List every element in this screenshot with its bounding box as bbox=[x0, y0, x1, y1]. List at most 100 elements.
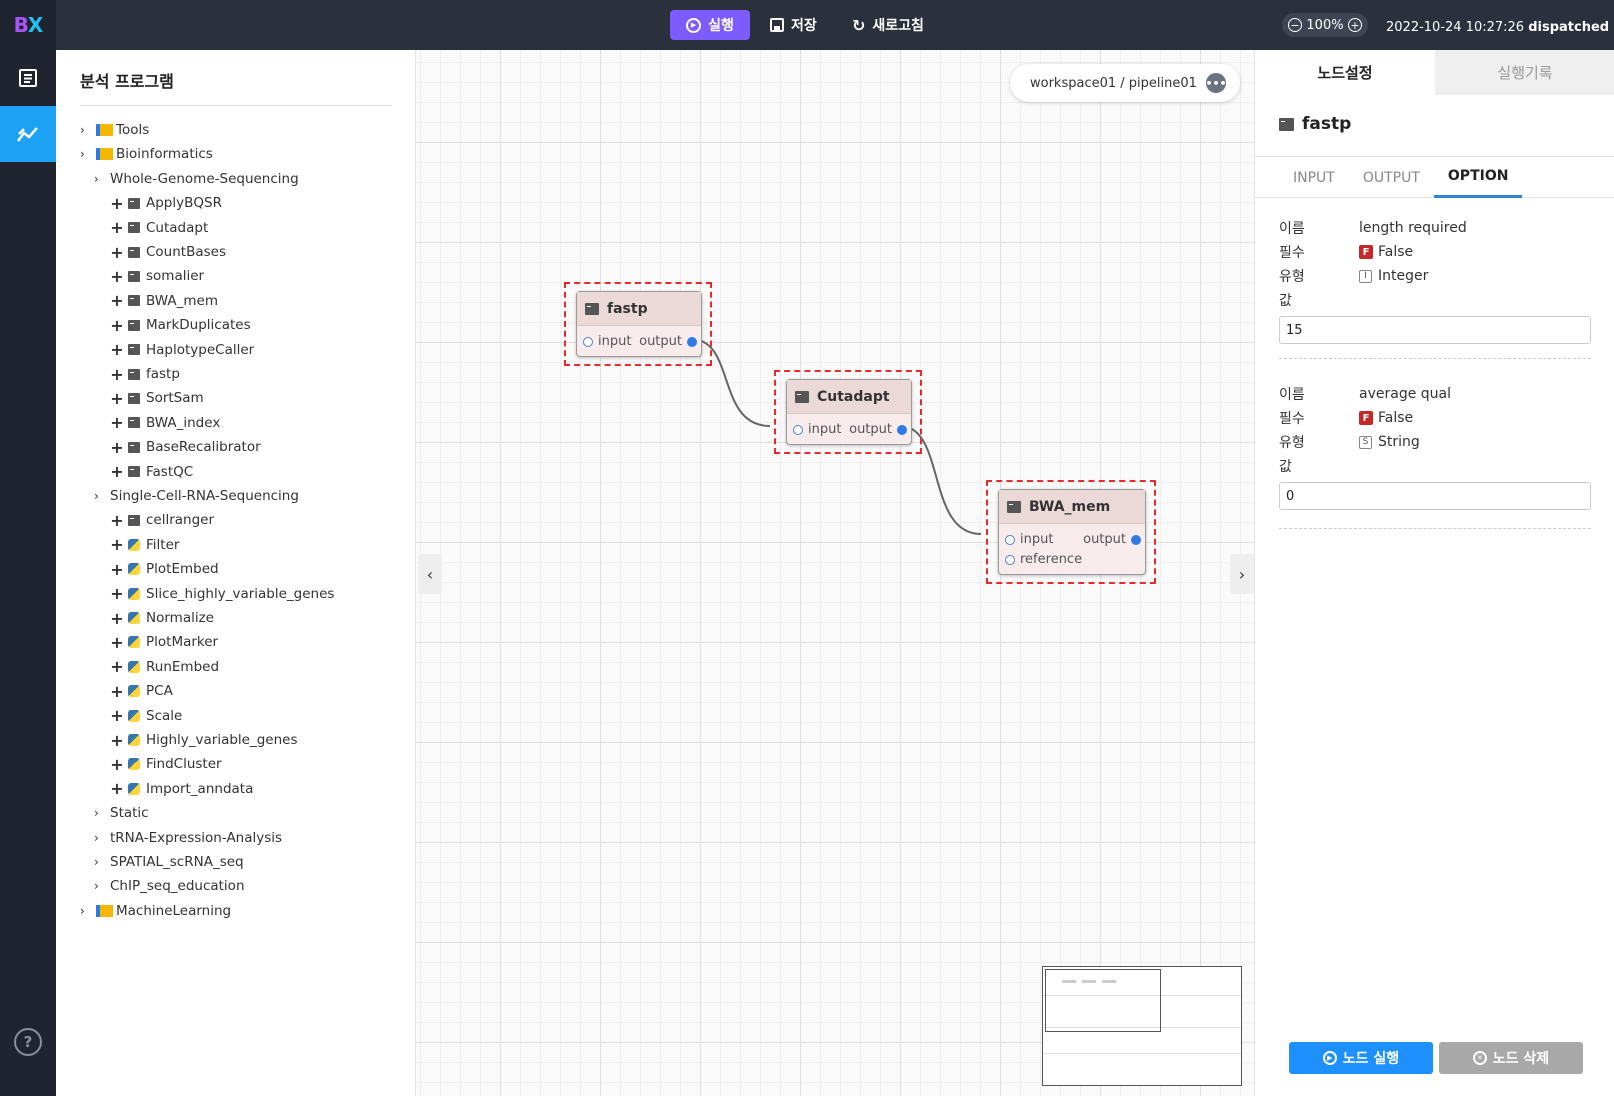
add-icon[interactable]: + bbox=[110, 609, 124, 628]
add-icon[interactable]: + bbox=[110, 438, 124, 457]
pipeline-menu-button[interactable] bbox=[0, 106, 56, 162]
option-value-input[interactable]: 0 bbox=[1279, 482, 1591, 510]
collapse-right-button[interactable]: › bbox=[1230, 554, 1254, 594]
node-fastp-selection[interactable]: fastp input output bbox=[564, 282, 712, 366]
input-pin-icon[interactable] bbox=[583, 336, 593, 347]
tree-item[interactable]: › Bioinformatics bbox=[80, 144, 213, 164]
tree-item[interactable]: + PlotEmbed bbox=[110, 559, 218, 579]
add-icon[interactable]: + bbox=[110, 584, 124, 603]
tree-item[interactable]: + PlotMarker bbox=[110, 632, 218, 652]
tree-item[interactable]: + RunEmbed bbox=[110, 657, 219, 677]
node-bwa-mem-selection[interactable]: BWA_mem input reference output bbox=[986, 480, 1156, 584]
add-icon[interactable]: + bbox=[110, 340, 124, 359]
input-pin-icon[interactable] bbox=[1005, 534, 1015, 545]
chevron-right-icon[interactable]: › bbox=[80, 123, 92, 137]
add-icon[interactable]: + bbox=[110, 267, 124, 286]
tree-item[interactable]: › ChIP_seq_education bbox=[94, 876, 245, 896]
tab-run-history[interactable]: 실행기록 bbox=[1435, 50, 1614, 95]
chevron-right-icon[interactable]: › bbox=[94, 806, 106, 820]
input-pin-icon[interactable] bbox=[793, 424, 803, 435]
add-icon[interactable]: + bbox=[110, 657, 124, 676]
add-icon[interactable]: + bbox=[110, 218, 124, 237]
node-delete-button[interactable]: ✕ 노드 삭제 bbox=[1439, 1042, 1583, 1074]
chevron-right-icon[interactable]: › bbox=[94, 855, 106, 869]
add-icon[interactable]: + bbox=[110, 462, 124, 481]
port-input[interactable]: input bbox=[793, 422, 841, 437]
node-cutadapt[interactable]: Cutadapt input output bbox=[786, 379, 912, 445]
add-icon[interactable]: + bbox=[110, 316, 124, 335]
help-icon[interactable]: ? bbox=[14, 1028, 42, 1056]
tree-item[interactable]: + Import_anndata bbox=[110, 779, 253, 799]
tree-item[interactable]: › tRNA-Expression-Analysis bbox=[94, 828, 282, 848]
add-icon[interactable]: + bbox=[110, 389, 124, 408]
tree-item[interactable]: + Cutadapt bbox=[110, 218, 208, 238]
tree-item[interactable]: + ApplyBQSR bbox=[110, 193, 222, 213]
tree-item[interactable]: + SortSam bbox=[110, 388, 203, 408]
port-output[interactable]: output bbox=[639, 334, 697, 349]
port-input[interactable]: input bbox=[1005, 532, 1053, 547]
tree-item[interactable]: + fastp bbox=[110, 364, 180, 384]
tree-item[interactable]: + HaplotypeCaller bbox=[110, 340, 254, 360]
tree-item[interactable]: › SPATIAL_scRNA_seq bbox=[94, 852, 244, 872]
tree-item[interactable]: + MarkDuplicates bbox=[110, 315, 250, 335]
option-value-input[interactable]: 15 bbox=[1279, 316, 1591, 344]
tree-item[interactable]: + Slice_highly_variable_genes bbox=[110, 584, 334, 604]
add-icon[interactable]: + bbox=[110, 755, 124, 774]
chevron-right-icon[interactable]: › bbox=[80, 147, 92, 161]
subtab-option[interactable]: OPTION bbox=[1433, 157, 1523, 198]
tree-item[interactable]: + CountBases bbox=[110, 242, 226, 262]
node-bwa-mem[interactable]: BWA_mem input reference output bbox=[998, 489, 1146, 575]
tree-item[interactable]: › Static bbox=[94, 803, 149, 823]
node-fastp-header[interactable]: fastp bbox=[577, 292, 701, 326]
tree-item[interactable]: + somalier bbox=[110, 266, 204, 286]
tree-item[interactable]: › Tools bbox=[80, 120, 149, 140]
tree-item[interactable]: + Normalize bbox=[110, 608, 214, 628]
add-icon[interactable]: + bbox=[110, 731, 124, 750]
add-icon[interactable]: + bbox=[110, 365, 124, 384]
subtab-input[interactable]: INPUT bbox=[1279, 157, 1349, 198]
minimap[interactable] bbox=[1042, 966, 1242, 1086]
tree-item[interactable]: + BWA_index bbox=[110, 413, 220, 433]
node-run-button[interactable]: ▶ 노드 실행 bbox=[1289, 1042, 1433, 1074]
add-icon[interactable]: + bbox=[110, 291, 124, 310]
tree-item[interactable]: + Highly_variable_genes bbox=[110, 730, 297, 750]
input-pin-icon[interactable] bbox=[1005, 554, 1015, 565]
add-icon[interactable]: + bbox=[110, 682, 124, 701]
zoom-out-icon[interactable]: − bbox=[1288, 18, 1302, 32]
output-pin-icon[interactable] bbox=[687, 336, 697, 347]
refresh-button[interactable]: ↻ 새로고침 bbox=[838, 10, 938, 40]
add-icon[interactable]: + bbox=[110, 535, 124, 554]
tree-item[interactable]: + PCA bbox=[110, 681, 173, 701]
tree-item[interactable]: › MachineLearning bbox=[80, 901, 231, 921]
run-button[interactable]: ▶ 실행 bbox=[670, 10, 750, 40]
tree-item[interactable]: + BaseRecalibrator bbox=[110, 437, 260, 457]
tree-item[interactable]: + FindCluster bbox=[110, 754, 221, 774]
add-icon[interactable]: + bbox=[110, 633, 124, 652]
tree-item[interactable]: + Filter bbox=[110, 535, 179, 555]
chevron-right-icon[interactable]: › bbox=[94, 489, 106, 503]
output-pin-icon[interactable] bbox=[897, 424, 907, 435]
save-button[interactable]: 저장 bbox=[756, 10, 831, 40]
chevron-right-icon[interactable]: › bbox=[94, 831, 106, 845]
subtab-output[interactable]: OUTPUT bbox=[1349, 157, 1434, 198]
port-output[interactable]: output bbox=[1083, 532, 1141, 547]
zoom-in-icon[interactable]: + bbox=[1347, 18, 1362, 32]
add-icon[interactable]: + bbox=[110, 511, 124, 530]
add-icon[interactable]: + bbox=[110, 706, 124, 725]
chevron-right-icon[interactable]: › bbox=[94, 879, 106, 893]
output-pin-icon[interactable] bbox=[1131, 534, 1141, 545]
tree-item[interactable]: › Whole-Genome-Sequencing bbox=[94, 169, 299, 189]
add-icon[interactable]: + bbox=[110, 243, 124, 262]
tree-item[interactable]: + BWA_mem bbox=[110, 291, 218, 311]
tree-item[interactable]: + Scale bbox=[110, 706, 182, 726]
node-fastp[interactable]: fastp input output bbox=[576, 291, 702, 357]
chevron-right-icon[interactable]: › bbox=[80, 904, 92, 918]
port-output[interactable]: output bbox=[849, 422, 907, 437]
port-reference[interactable]: reference bbox=[1005, 552, 1082, 567]
chevron-right-icon[interactable]: › bbox=[94, 172, 106, 186]
node-cutadapt-selection[interactable]: Cutadapt input output bbox=[774, 370, 922, 454]
node-bwa-mem-header[interactable]: BWA_mem bbox=[999, 490, 1145, 524]
tree-item[interactable]: + FastQC bbox=[110, 462, 193, 482]
add-icon[interactable]: + bbox=[110, 779, 124, 798]
tree-item[interactable]: › Single-Cell-RNA-Sequencing bbox=[94, 486, 299, 506]
